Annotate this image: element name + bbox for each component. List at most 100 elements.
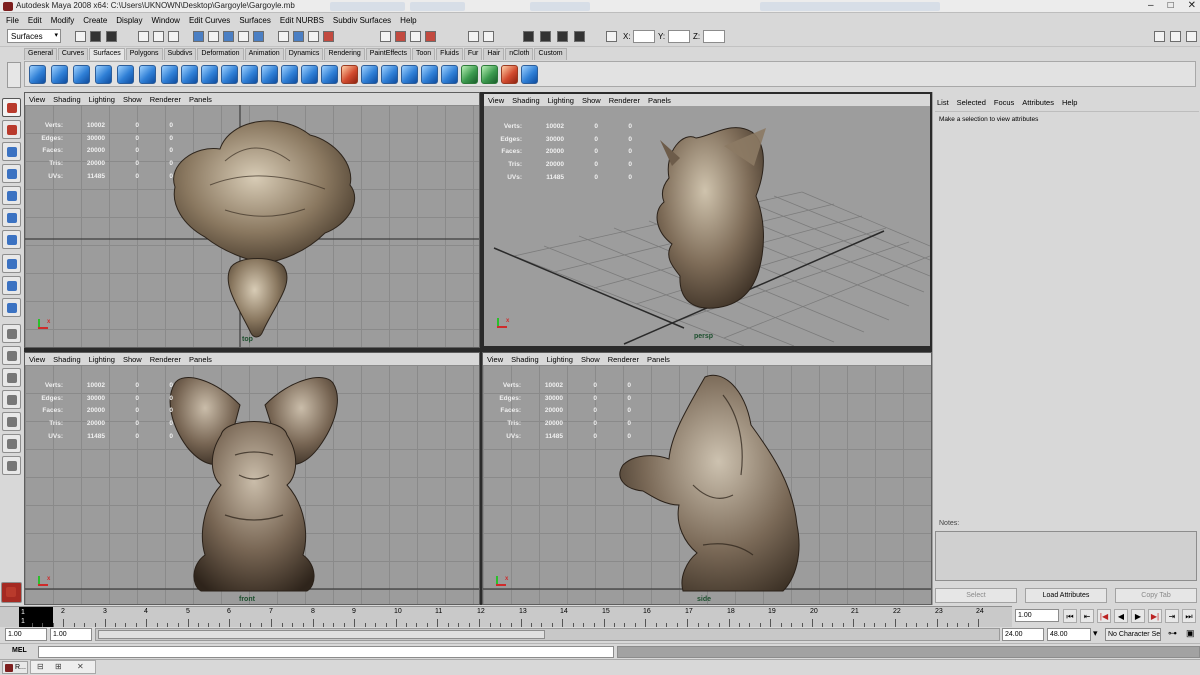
render-view-icon[interactable] <box>523 31 534 42</box>
nurbs-sphere-icon[interactable] <box>29 65 46 84</box>
vp-menu-lighting[interactable]: Lighting <box>548 96 574 105</box>
vp-menu-shading[interactable]: Shading <box>512 96 540 105</box>
new-scene-icon[interactable] <box>75 31 86 42</box>
vp-menu-renderer[interactable]: Renderer <box>150 355 181 364</box>
snap-grid-icon[interactable] <box>193 31 204 42</box>
rotate-tool[interactable] <box>2 186 21 205</box>
menu-display[interactable]: Display <box>116 16 142 25</box>
menu-subdiv-surfaces[interactable]: Subdiv Surfaces <box>333 16 391 25</box>
untrim-icon[interactable] <box>361 65 378 84</box>
shelf-tab-curves[interactable]: Curves <box>57 48 89 60</box>
select-button[interactable]: Select <box>935 588 1017 603</box>
start-time-field[interactable]: 1.00 <box>5 628 47 641</box>
vp-menu-view[interactable]: View <box>488 96 504 105</box>
playback-start-field[interactable]: 1.00 <box>50 628 92 641</box>
minimize-button[interactable]: – <box>1148 0 1154 12</box>
shelf-tab-subdivs[interactable]: Subdivs <box>163 48 197 60</box>
stitch-icon[interactable] <box>481 65 498 84</box>
trim-tool-icon[interactable] <box>341 65 358 84</box>
vp-menu-view[interactable]: View <box>29 355 45 364</box>
load-attributes-button[interactable]: Load Attributes <box>1025 588 1107 603</box>
maya-logo-button[interactable] <box>1 582 22 603</box>
notes-field[interactable] <box>935 531 1197 581</box>
history-icon[interactable] <box>278 31 289 42</box>
attribute-editor-icon[interactable] <box>1170 31 1181 42</box>
range-slider[interactable] <box>95 628 1000 641</box>
input-line-icon[interactable] <box>468 31 479 42</box>
shelf-tab-general[interactable]: General <box>24 48 57 60</box>
shelf-tab-rendering[interactable]: Rendering <box>324 48 365 60</box>
move-tool[interactable] <box>2 164 21 183</box>
snap-point-icon[interactable] <box>223 31 234 42</box>
ae-menu-attributes[interactable]: Attributes <box>1022 98 1054 107</box>
menu-modify[interactable]: Modify <box>51 16 75 25</box>
graph-editor-icon[interactable] <box>410 31 421 42</box>
shelf-tab-fluids[interactable]: Fluids <box>436 48 463 60</box>
restore-icon[interactable]: ⊟ <box>37 662 44 671</box>
shelf-tab-painteffects[interactable]: PaintEffects <box>365 48 411 60</box>
menu-create[interactable]: Create <box>83 16 107 25</box>
paint-select-tool[interactable] <box>2 142 21 161</box>
project-curve-icon[interactable] <box>381 65 398 84</box>
loft-icon[interactable] <box>201 65 218 84</box>
nurbs-plane-icon[interactable] <box>117 65 134 84</box>
step-back-frame-icon[interactable]: |◀ <box>1097 609 1111 623</box>
vp-menu-lighting[interactable]: Lighting <box>547 355 573 364</box>
shelf-tab-ncloth[interactable]: nCloth <box>505 48 534 60</box>
birail-icon[interactable] <box>261 65 278 84</box>
persp-viewport[interactable]: View Shading Lighting Show Renderer Pane… <box>482 92 932 348</box>
top-viewport[interactable]: View Shading Lighting Show Renderer Pane… <box>24 92 480 348</box>
layout-hypershade-button[interactable] <box>2 434 21 453</box>
front-viewport[interactable]: View Shading Lighting Show Renderer Pane… <box>24 352 480 605</box>
shelf-tab-deformation[interactable]: Deformation <box>197 48 244 60</box>
chevron-down-icon[interactable]: ▾ <box>1093 628 1098 639</box>
taskbar-item[interactable]: R... <box>2 661 28 674</box>
tool-settings-icon[interactable] <box>1186 31 1197 42</box>
shelf-tab-fur[interactable]: Fur <box>463 48 483 60</box>
channel-box-icon[interactable] <box>1154 31 1165 42</box>
y-field[interactable] <box>668 30 690 43</box>
open-scene-icon[interactable] <box>90 31 101 42</box>
extrude-icon[interactable] <box>241 65 258 84</box>
layout-graph-button[interactable] <box>2 412 21 431</box>
step-back-key-icon[interactable]: ⇤ <box>1080 609 1094 623</box>
mel-input[interactable] <box>38 646 614 658</box>
x-field[interactable] <box>633 30 655 43</box>
clapper-icon[interactable] <box>540 31 551 42</box>
sidebar-toggle-icon[interactable] <box>380 31 391 42</box>
layout-single-button[interactable] <box>2 324 21 343</box>
ae-menu-selected[interactable]: Selected <box>957 98 986 107</box>
vp-menu-panels[interactable]: Panels <box>647 355 670 364</box>
nurbs-cylinder-icon[interactable] <box>73 65 90 84</box>
play-forwards-icon[interactable]: ▶ <box>1131 609 1145 623</box>
z-field[interactable] <box>703 30 725 43</box>
menu-edit[interactable]: Edit <box>28 16 42 25</box>
vp-menu-view[interactable]: View <box>487 355 503 364</box>
clapper-options-icon[interactable] <box>557 31 568 42</box>
vp-menu-view[interactable]: View <box>29 95 45 104</box>
close-icon[interactable]: ✕ <box>77 662 84 671</box>
universal-manipulator-tool[interactable] <box>2 230 21 249</box>
vp-menu-show[interactable]: Show <box>123 95 142 104</box>
time-slider[interactable]: 1 1 2 3 4 5 6 7 8 9 10 11 12 13 14 15 16 17 18 19 20 21 22 23… <box>0 606 1012 627</box>
nurbs-circle-icon[interactable] <box>161 65 178 84</box>
numeric-input-icon[interactable] <box>606 31 617 42</box>
show-manipulator-tool[interactable] <box>2 276 21 295</box>
play-backwards-icon[interactable]: ◀ <box>1114 609 1128 623</box>
mel-label[interactable]: MEL <box>12 647 27 654</box>
menu-file[interactable]: File <box>6 16 19 25</box>
current-frame-marker[interactable]: 1 1 <box>19 607 53 627</box>
hypershade-icon[interactable] <box>395 31 406 42</box>
select-tool[interactable] <box>2 98 21 117</box>
shelf-tab-hair[interactable]: Hair <box>483 48 505 60</box>
menu-window[interactable]: Window <box>152 16 180 25</box>
viewport-canvas[interactable]: Verts: 10002 0 0 Edges: 30000 0 0 Faces: 20000 0… <box>25 105 479 347</box>
ae-menu-list[interactable]: List <box>937 98 949 107</box>
minimized-window[interactable]: ⊟ ⊞ ✕ <box>30 660 96 674</box>
vp-menu-shading[interactable]: Shading <box>53 355 81 364</box>
nurbs-cube-icon[interactable] <box>51 65 68 84</box>
batch-render-icon[interactable] <box>574 31 585 42</box>
playback-end-field[interactable]: 24.00 <box>1002 628 1044 641</box>
select-object-icon[interactable] <box>153 31 164 42</box>
vp-menu-shading[interactable]: Shading <box>511 355 539 364</box>
